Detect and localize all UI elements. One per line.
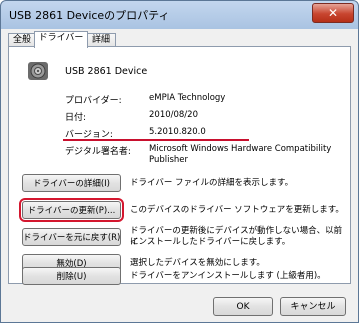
annotation-underline (63, 139, 249, 141)
speaker-icon (28, 62, 48, 80)
date-value: 2010/08/20 (149, 110, 198, 120)
update-driver-description: このデバイスのドライバー ソフトウェアを更新します。 (130, 205, 344, 215)
driver-details-button[interactable]: ドライバーの詳細(I) (22, 174, 121, 192)
dialog-client-area: 全般 ドライバー 詳細 USB 2861 Device プロバイダー: eMPI… (6, 29, 353, 317)
date-label: 日付: (65, 113, 87, 123)
provider-label: プロバイダー: (65, 96, 122, 106)
driver-details-description: ドライバー ファイルの詳細を表示します。 (130, 178, 294, 188)
tab-details[interactable]: 詳細 (86, 33, 116, 47)
uninstall-description: ドライバーをアンインストールします (上級者用)。 (130, 271, 326, 281)
signer-label: デジタル署名者: (65, 147, 131, 157)
tab-general[interactable]: 全般 (8, 33, 36, 47)
properties-window: USB 2861 Deviceのプロパティ ✕ 全般 ドライバー 詳細 USB … (0, 0, 359, 323)
title-bar[interactable]: USB 2861 Deviceのプロパティ ✕ (1, 1, 358, 27)
version-value: 5.2010.820.0 (149, 127, 206, 137)
close-icon: ✕ (327, 6, 339, 20)
signer-value-line1: Microsoft Windows Hardware Compatibility (149, 144, 332, 154)
device-name: USB 2861 Device (65, 66, 148, 77)
tab-driver[interactable]: ドライバー (34, 31, 88, 48)
window-title: USB 2861 Deviceのプロパティ (9, 9, 170, 22)
rollback-driver-description-line2: インストールしたドライバーに戻します。 (130, 237, 291, 247)
provider-value: eMPIA Technology (149, 93, 226, 103)
signer-value-line2: Publisher (149, 155, 189, 165)
driver-tab-panel: USB 2861 Device プロバイダー: eMPIA Technology… (8, 46, 351, 284)
cancel-button[interactable]: キャンセル (280, 297, 346, 316)
rollback-driver-button[interactable]: ドライバーを元に戻す(R) (22, 228, 121, 246)
disable-description: 選択したデバイスを無効にします。 (130, 258, 265, 268)
ok-button[interactable]: OK (213, 297, 273, 316)
uninstall-button[interactable]: 削除(U) (22, 267, 121, 285)
update-driver-button[interactable]: ドライバーの更新(P)... (19, 198, 124, 222)
close-button[interactable]: ✕ (312, 3, 354, 23)
